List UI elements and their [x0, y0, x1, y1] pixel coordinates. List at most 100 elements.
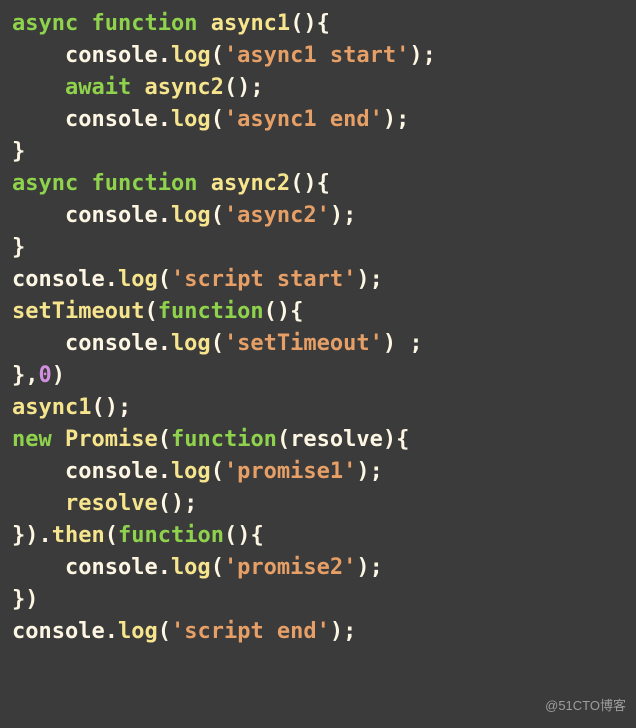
- code-token: console: [65, 555, 158, 580]
- code-token: ();: [224, 75, 264, 100]
- code-token: then: [52, 523, 105, 548]
- code-token: (: [158, 267, 171, 292]
- code-line: setTimeout(function(){: [12, 296, 624, 328]
- code-line: },0): [12, 360, 624, 392]
- code-token: [197, 171, 210, 196]
- code-line: console.log('script end');: [12, 616, 624, 648]
- code-token: [197, 11, 210, 36]
- code-token: );: [356, 267, 383, 292]
- code-line: resolve();: [12, 488, 624, 520]
- code-token: (: [277, 427, 290, 452]
- code-token: console: [65, 459, 158, 484]
- code-token: );: [383, 107, 410, 132]
- code-token: log: [118, 267, 158, 292]
- code-token: console: [65, 331, 158, 356]
- code-token: 'promise2': [224, 555, 356, 580]
- code-line: console.log('setTimeout') ;: [12, 328, 624, 360]
- code-token: [78, 11, 91, 36]
- code-token: );: [330, 619, 357, 644]
- code-token: (: [211, 203, 224, 228]
- code-token: async2: [211, 171, 290, 196]
- code-token: );: [330, 203, 357, 228]
- watermark: @51CTO博客: [545, 690, 626, 722]
- code-token: 'script end': [171, 619, 330, 644]
- code-token: );: [356, 459, 383, 484]
- code-token: );: [409, 43, 436, 68]
- code-line: console.log('promise2');: [12, 552, 624, 584]
- code-line: console.log('async2');: [12, 200, 624, 232]
- code-token: [78, 171, 91, 196]
- code-token: (: [211, 459, 224, 484]
- code-token: (: [158, 619, 171, 644]
- code-token: ): [52, 363, 65, 388]
- code-line: console.log('async1 end');: [12, 104, 624, 136]
- code-token: .: [158, 203, 171, 228]
- code-token: ();: [158, 491, 198, 516]
- code-token: (){: [290, 171, 330, 196]
- code-token: function: [171, 427, 277, 452]
- code-token: async: [12, 171, 78, 196]
- code-token: (){: [264, 299, 304, 324]
- code-token: }).: [12, 523, 52, 548]
- code-line: }: [12, 136, 624, 168]
- code-line: console.log('async1 start');: [12, 40, 624, 72]
- code-token: 'async1 start': [224, 43, 409, 68]
- code-token: log: [171, 459, 211, 484]
- code-token: function: [91, 11, 197, 36]
- code-line: console.log('promise1');: [12, 456, 624, 488]
- code-token: function: [158, 299, 264, 324]
- code-token: setTimeout: [12, 299, 144, 324]
- code-token: function: [91, 171, 197, 196]
- code-token: resolve: [290, 427, 383, 452]
- code-token: [52, 427, 65, 452]
- code-token: .: [158, 331, 171, 356]
- code-token: 'promise1': [224, 459, 356, 484]
- code-line: }): [12, 584, 624, 616]
- code-token: ) ;: [383, 331, 423, 356]
- code-token: log: [171, 331, 211, 356]
- code-token: console: [65, 107, 158, 132]
- code-token: .: [158, 43, 171, 68]
- code-token: await: [65, 75, 131, 100]
- code-token: 'async2': [224, 203, 330, 228]
- code-line: async function async1(){: [12, 8, 624, 40]
- code-token: (: [211, 555, 224, 580]
- code-token: (: [211, 107, 224, 132]
- code-token: (: [105, 523, 118, 548]
- code-line: }: [12, 232, 624, 264]
- code-token: log: [171, 107, 211, 132]
- code-token: .: [158, 107, 171, 132]
- code-line: async1();: [12, 392, 624, 424]
- code-block: async function async1(){console.log('asy…: [0, 0, 636, 656]
- code-token: resolve: [65, 491, 158, 516]
- code-token: (: [158, 427, 171, 452]
- code-token: (){: [224, 523, 264, 548]
- code-token: log: [171, 555, 211, 580]
- code-token: async1: [211, 11, 290, 36]
- code-token: 'script start': [171, 267, 356, 292]
- code-token: .: [158, 555, 171, 580]
- code-token: (: [211, 331, 224, 356]
- code-token: async1: [12, 395, 91, 420]
- code-token: }: [12, 235, 25, 260]
- code-line: await async2();: [12, 72, 624, 104]
- code-token: 'async1 end': [224, 107, 383, 132]
- code-token: log: [171, 203, 211, 228]
- code-token: },: [12, 363, 39, 388]
- code-token: );: [356, 555, 383, 580]
- code-token: 'setTimeout': [224, 331, 383, 356]
- code-token: console: [12, 267, 105, 292]
- code-token: }: [12, 139, 25, 164]
- code-line: console.log('script start');: [12, 264, 624, 296]
- code-token: (){: [290, 11, 330, 36]
- code-line: new Promise(function(resolve){: [12, 424, 624, 456]
- code-token: console: [65, 203, 158, 228]
- code-token: function: [118, 523, 224, 548]
- code-token: }): [12, 587, 39, 612]
- code-token: new: [12, 427, 52, 452]
- code-token: async2: [144, 75, 223, 100]
- code-line: }).then(function(){: [12, 520, 624, 552]
- code-token: log: [171, 43, 211, 68]
- code-token: Promise: [65, 427, 158, 452]
- code-token: console: [12, 619, 105, 644]
